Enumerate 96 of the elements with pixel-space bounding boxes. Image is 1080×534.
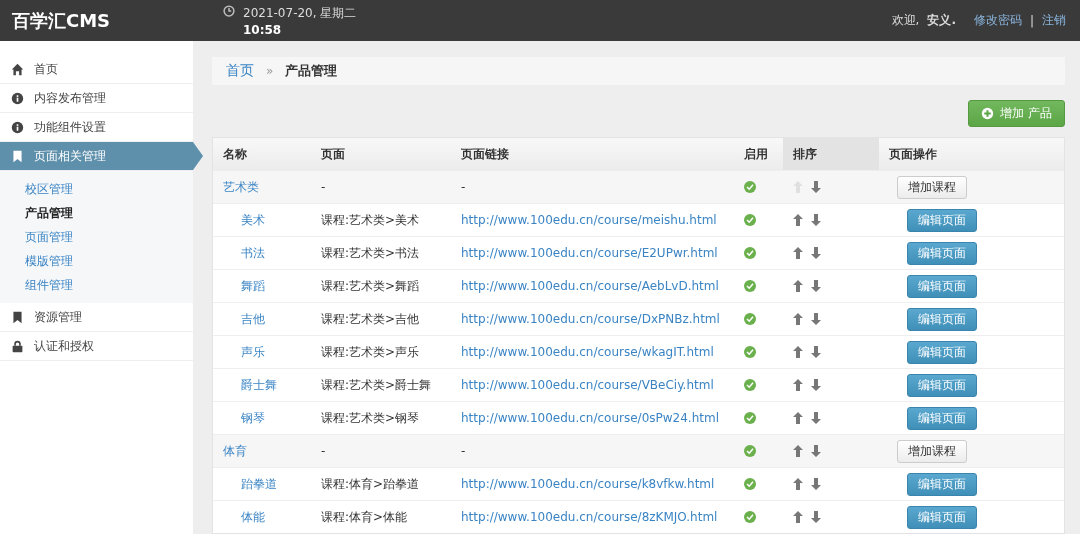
plus-icon bbox=[981, 107, 995, 120]
lock-icon bbox=[11, 339, 24, 353]
change-password-link[interactable]: 修改密码 bbox=[973, 12, 1022, 29]
column-header: 排序 bbox=[783, 138, 879, 170]
edit-page-button[interactable]: 编辑页面 bbox=[907, 406, 977, 430]
column-header: 页面链接 bbox=[460, 145, 510, 163]
move-up-icon[interactable] bbox=[793, 247, 803, 259]
move-down-icon[interactable] bbox=[811, 445, 821, 457]
add-product-button[interactable]: 增加 产品 bbox=[968, 100, 1065, 127]
name-link[interactable]: 艺术类 bbox=[223, 178, 259, 196]
move-up-icon[interactable] bbox=[793, 280, 803, 292]
page-cell-text: 课程:艺术类>书法 bbox=[320, 244, 421, 262]
name-link[interactable]: 声乐 bbox=[241, 343, 265, 361]
move-up-icon[interactable] bbox=[793, 346, 803, 358]
name-link[interactable]: 钢琴 bbox=[241, 409, 265, 427]
move-down-icon[interactable] bbox=[811, 412, 821, 424]
page-cell-text: 课程:艺术类>舞蹈 bbox=[320, 277, 421, 295]
link-separator: | bbox=[1029, 13, 1034, 28]
move-up-icon[interactable] bbox=[793, 445, 803, 457]
logout-link[interactable]: 注销 bbox=[1042, 12, 1066, 29]
info-icon bbox=[11, 120, 24, 134]
add-course-button[interactable]: 增加课程 bbox=[897, 175, 967, 199]
link-cell-text: - bbox=[460, 179, 467, 196]
page-cell-text: 课程:体育>跆拳道 bbox=[320, 475, 421, 493]
move-up-icon[interactable] bbox=[793, 379, 803, 391]
name-link[interactable]: 爵士舞 bbox=[241, 376, 277, 394]
page-cell-text: 课程:艺术类>美术 bbox=[320, 211, 421, 229]
time-text: 10:58 bbox=[243, 22, 283, 37]
move-down-icon[interactable] bbox=[811, 478, 821, 490]
breadcrumb-separator: » bbox=[266, 64, 274, 78]
edit-page-button[interactable]: 编辑页面 bbox=[907, 307, 977, 331]
edit-page-button[interactable]: 编辑页面 bbox=[907, 208, 977, 232]
page-url-link[interactable]: http://www.100edu.cn/course/VBeCiy.html bbox=[461, 378, 714, 392]
submenu-item[interactable]: 模版管理 bbox=[0, 249, 193, 273]
name-link[interactable]: 美术 bbox=[241, 211, 265, 229]
move-down-icon[interactable] bbox=[811, 214, 821, 226]
edit-page-button[interactable]: 编辑页面 bbox=[907, 505, 977, 529]
submenu-item[interactable]: 校区管理 bbox=[0, 177, 193, 201]
move-down-icon[interactable] bbox=[811, 346, 821, 358]
page-cell-text: 课程:艺术类>声乐 bbox=[320, 343, 421, 361]
column-header: 页面 bbox=[320, 145, 346, 163]
welcome-text: 欢迎, bbox=[891, 12, 920, 29]
move-up-icon[interactable] bbox=[793, 412, 803, 424]
page-url-link[interactable]: http://www.100edu.cn/course/0sPw24.html bbox=[461, 411, 719, 425]
edit-page-button[interactable]: 编辑页面 bbox=[907, 373, 977, 397]
brand-logo: 百学汇CMS bbox=[11, 8, 112, 33]
column-header: 页面操作 bbox=[888, 145, 938, 163]
edit-page-button[interactable]: 编辑页面 bbox=[907, 274, 977, 298]
page-url-link[interactable]: http://www.100edu.cn/course/AebLvD.html bbox=[461, 279, 719, 293]
page-cell-text: - bbox=[320, 179, 327, 196]
page-cell-text: - bbox=[320, 443, 327, 460]
name-link[interactable]: 舞蹈 bbox=[241, 277, 265, 295]
page-url-link[interactable]: http://www.100edu.cn/course/wkagIT.html bbox=[461, 345, 714, 359]
column-header: 名称 bbox=[222, 145, 248, 163]
move-down-icon[interactable] bbox=[811, 247, 821, 259]
edit-page-button[interactable]: 编辑页面 bbox=[907, 340, 977, 364]
page-url-link[interactable]: http://www.100edu.cn/course/meishu.html bbox=[461, 213, 717, 227]
move-down-icon[interactable] bbox=[811, 511, 821, 523]
move-up-icon[interactable] bbox=[793, 478, 803, 490]
add-course-button[interactable]: 增加课程 bbox=[897, 439, 967, 463]
move-up-icon[interactable] bbox=[793, 313, 803, 325]
page-url-link[interactable]: http://www.100edu.cn/course/DxPNBz.html bbox=[461, 312, 720, 326]
name-link[interactable]: 体育 bbox=[223, 442, 247, 460]
name-link[interactable]: 体能 bbox=[241, 508, 265, 526]
page-cell-text: 课程:艺术类>吉他 bbox=[320, 310, 421, 328]
link-cell-text: - bbox=[460, 443, 467, 460]
home-icon bbox=[11, 62, 24, 76]
move-down-icon[interactable] bbox=[811, 280, 821, 292]
submenu-item[interactable]: 页面管理 bbox=[0, 225, 193, 249]
name-link[interactable]: 书法 bbox=[241, 244, 265, 262]
submenu-item[interactable]: 产品管理 bbox=[0, 201, 193, 225]
page-url-link[interactable]: http://www.100edu.cn/course/E2UPwr.html bbox=[461, 246, 718, 260]
breadcrumb-current: 产品管理 bbox=[285, 62, 338, 80]
page-cell-text: 课程:艺术类>爵士舞 bbox=[320, 376, 433, 394]
page-cell-text: 课程:体育>体能 bbox=[320, 508, 409, 526]
name-link[interactable]: 吉他 bbox=[241, 310, 265, 328]
bookmark-icon bbox=[11, 310, 24, 324]
page-cell-text: 课程:艺术类>钢琴 bbox=[320, 409, 421, 427]
clock-icon bbox=[223, 4, 235, 17]
page-url-link[interactable]: http://www.100edu.cn/course/8zKMJO.html bbox=[461, 510, 718, 524]
move-down-icon[interactable] bbox=[811, 379, 821, 391]
move-down-icon[interactable] bbox=[811, 313, 821, 325]
edit-page-button[interactable]: 编辑页面 bbox=[907, 472, 977, 496]
column-header: 启用 bbox=[743, 145, 769, 163]
move-down-icon[interactable] bbox=[811, 181, 821, 193]
breadcrumb-home-link[interactable]: 首页 bbox=[226, 62, 254, 80]
submenu-item[interactable]: 组件管理 bbox=[0, 273, 193, 297]
date-text: 2021-07-20, 星期二 bbox=[243, 4, 357, 22]
move-up-icon[interactable] bbox=[793, 511, 803, 523]
move-up-icon[interactable] bbox=[793, 214, 803, 226]
name-link[interactable]: 跆拳道 bbox=[241, 475, 277, 493]
edit-page-button[interactable]: 编辑页面 bbox=[907, 241, 977, 265]
user-name: 安义. bbox=[927, 12, 956, 29]
bookmark-icon bbox=[11, 149, 24, 163]
page-url-link[interactable]: http://www.100edu.cn/course/k8vfkw.html bbox=[461, 477, 715, 491]
info-icon bbox=[11, 91, 24, 105]
